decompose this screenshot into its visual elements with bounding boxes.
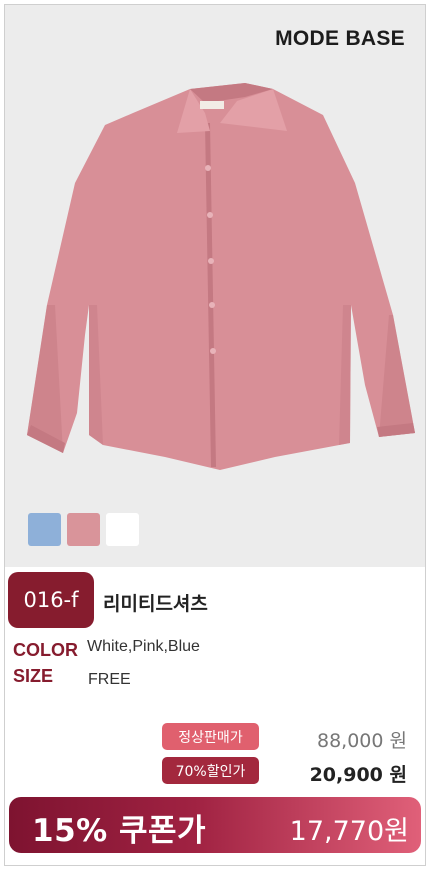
- discount-price-badge: 70%할인가: [162, 757, 259, 784]
- discount-price: 20,900 원: [309, 764, 407, 786]
- coupon-label: 15% 쿠폰가: [32, 813, 207, 849]
- product-photo[interactable]: MODE BASE: [5, 5, 425, 567]
- coupon-price-bar[interactable]: 15% 쿠폰가 17,770원: [9, 797, 421, 853]
- product-name[interactable]: 리미티드셔츠: [103, 589, 208, 616]
- brand-logo: MODE BASE: [275, 27, 405, 50]
- product-code-badge: 016-f: [8, 572, 94, 628]
- shirt-image: [27, 83, 415, 470]
- regular-price-badge: 정상판매가: [162, 723, 259, 750]
- color-swatches: [28, 513, 139, 546]
- swatch-white[interactable]: [106, 513, 139, 546]
- color-label: COLOR: [13, 640, 78, 660]
- regular-price: 88,000 원: [316, 730, 407, 752]
- coupon-price: 17,770원: [289, 816, 409, 847]
- color-value: White,Pink,Blue: [87, 638, 200, 655]
- product-card[interactable]: MODE BASE 016-f 리미티드셔츠 COLOR White,Pink,…: [4, 4, 426, 866]
- size-value: FREE: [88, 671, 131, 688]
- discount-price-row: 70%할인가 20,900 원: [5, 757, 425, 787]
- swatch-blue[interactable]: [28, 513, 61, 546]
- size-label: SIZE: [13, 666, 54, 686]
- regular-price-row: 정상판매가 88,000 원: [5, 723, 425, 753]
- swatch-pink[interactable]: [67, 513, 100, 546]
